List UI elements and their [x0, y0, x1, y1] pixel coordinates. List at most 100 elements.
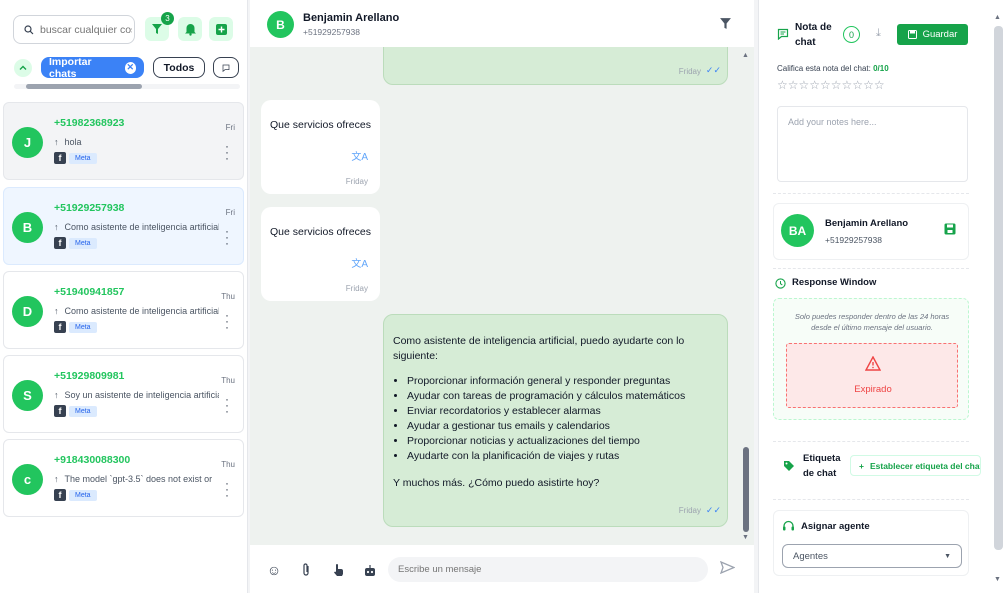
avatar: c [12, 464, 43, 495]
avatar: J [12, 127, 43, 158]
save-contact-icon[interactable] [944, 223, 956, 238]
save-button[interactable]: Guardar [897, 24, 968, 45]
filter-icon [720, 18, 731, 29]
avatar: B [12, 212, 43, 243]
chevron-down-icon: ▼ [944, 553, 951, 560]
warning-icon [864, 355, 882, 375]
search-box[interactable] [13, 15, 135, 44]
alarm-icon [184, 23, 196, 36]
divider [773, 193, 969, 194]
chat-list-item[interactable]: D +51940941857 ↑ Como asistente de inteli… [3, 271, 244, 349]
filter-icon [152, 24, 162, 34]
scrollbar-thumb[interactable] [994, 26, 1003, 550]
message-bullet: Enviar recordatorios y establecer alarma… [407, 404, 718, 419]
chat-preview: ↑ Como asistente de inteligencia artifici… [54, 306, 219, 316]
contact-name: Benjamin Arellano [303, 12, 400, 24]
chat-phone: +51940941857 [54, 286, 125, 298]
chat-list-item[interactable]: S +51929809981 ↑ Soy un asistente de inte… [3, 355, 244, 433]
message-composer: ☺ [250, 545, 754, 593]
chat-list-item[interactable]: c +918430088300 ↑ The model `gpt-3.5` doe… [3, 439, 244, 517]
more-options-icon[interactable]: · · · [225, 140, 229, 164]
facebook-icon: f [54, 489, 66, 501]
conversation-panel: B Benjamin Arellano +51929257938 Friday … [250, 0, 754, 593]
collapse-button[interactable] [14, 59, 32, 77]
emoji-icon[interactable]: ☺ [266, 562, 282, 578]
all-chip-label: Todos [163, 61, 195, 74]
rate-label: Califica esta nota del chat: 0/10 [777, 64, 889, 73]
chip-scrollbar[interactable] [14, 84, 240, 89]
notes-textarea[interactable]: Add your notes here... [777, 106, 968, 182]
message-scrollbar[interactable]: ▲ ▼ [741, 52, 751, 542]
response-window-desc: Solo puedes responder dentro de las 24 h… [794, 312, 950, 332]
chat-source: f Meta [54, 405, 97, 417]
message-input[interactable] [388, 557, 708, 582]
message-time: Friday [678, 506, 701, 515]
scroll-down-icon[interactable]: ▼ [742, 534, 749, 541]
set-tag-button[interactable]: + Establecer etiqueta del chat [850, 455, 981, 476]
message-list[interactable]: Friday ✓✓ Que servicios ofreces 文A Frida… [250, 47, 754, 545]
chat-preview: ↑ Como asistente de inteligencia artifici… [54, 222, 219, 232]
arrow-up-icon: ↑ [54, 390, 59, 400]
save-label: Guardar [922, 29, 958, 40]
expired-label: Expirado [854, 384, 892, 395]
facebook-icon: f [54, 152, 66, 164]
chat-phone: +51929257938 [54, 202, 125, 214]
download-icon[interactable]: ⤓ [876, 27, 881, 40]
scrollbar-thumb[interactable] [26, 84, 142, 89]
chat-list-item[interactable]: B +51929257938 ↑ Como asistente de inteli… [3, 187, 244, 265]
all-chip[interactable]: Todos [153, 57, 205, 78]
rating-stars[interactable]: ☆☆☆☆☆☆☆☆☆☆ [777, 78, 885, 92]
response-window-box: Solo puedes responder dentro de las 24 h… [773, 298, 969, 420]
agent-select[interactable]: Agentes ▼ [782, 544, 962, 568]
conversation-header: B Benjamin Arellano +51929257938 [250, 0, 754, 47]
message-bullet: Proporcionar noticias y actualizaciones … [407, 434, 718, 449]
scroll-down-icon[interactable]: ▼ [994, 576, 1001, 583]
agent-select-value: Agentes [793, 550, 828, 562]
divider [773, 268, 969, 269]
chat-time: Thu [221, 292, 235, 301]
contact-name: Benjamin Arellano [825, 218, 909, 229]
message-bullet: Ayudar a gestionar tus emails y calendar… [407, 419, 718, 434]
search-input[interactable] [40, 23, 132, 36]
response-window-title: Response Window [792, 277, 877, 288]
touch-icon[interactable] [330, 562, 346, 578]
scrollbar-thumb[interactable] [743, 447, 749, 532]
search-icon [24, 24, 34, 34]
bot-icon[interactable] [362, 562, 378, 578]
import-chats-chip[interactable]: Importar chats ✕ [41, 56, 144, 80]
translate-icon[interactable]: 文A [351, 148, 368, 163]
translate-icon[interactable]: 文A [351, 255, 368, 270]
chat-time: Fri [225, 123, 235, 132]
more-options-icon[interactable]: · · · [225, 477, 229, 501]
outgoing-message: Friday ✓✓ [383, 47, 728, 85]
message-icon [222, 64, 230, 72]
avatar: S [12, 380, 43, 411]
more-options-icon[interactable]: · · · [225, 393, 229, 417]
tag-icon [783, 460, 795, 475]
more-chip[interactable] [213, 57, 239, 78]
filter-button[interactable]: 3 [145, 12, 174, 41]
chat-source: f Meta [54, 152, 97, 164]
chat-time: Fri [225, 208, 235, 217]
facebook-icon: f [54, 405, 66, 417]
scroll-up-icon[interactable]: ▲ [742, 52, 749, 59]
alarm-button[interactable] [178, 17, 202, 41]
chat-preview-text: Como asistente de inteligencia artificia… [64, 306, 220, 316]
contact-card: BA Benjamin Arellano +51929257938 [773, 203, 969, 260]
send-icon[interactable] [719, 560, 736, 577]
filter-button[interactable] [719, 17, 732, 33]
more-options-icon[interactable]: · · · [225, 225, 229, 249]
save-icon [907, 30, 917, 39]
new-chat-button[interactable] [209, 17, 233, 41]
message-bullet: Ayudar con tareas de programación y cálc… [407, 389, 718, 404]
close-icon[interactable]: ✕ [124, 61, 136, 74]
chat-preview: ↑ The model `gpt-3.5` does not exist or [54, 474, 219, 484]
chat-preview: ↑ hola [54, 137, 219, 147]
chat-list-item[interactable]: J +51982368923 ↑ hola Fri · · · f Meta [3, 102, 244, 180]
assign-agent-card: Asignar agente Agentes ▼ [773, 510, 969, 576]
attachment-icon[interactable] [298, 562, 314, 578]
details-scrollbar[interactable]: ▲ ▼ [994, 14, 1003, 583]
arrow-up-icon: ↑ [54, 474, 59, 484]
scroll-up-icon[interactable]: ▲ [994, 14, 1001, 21]
more-options-icon[interactable]: · · · [225, 309, 229, 333]
